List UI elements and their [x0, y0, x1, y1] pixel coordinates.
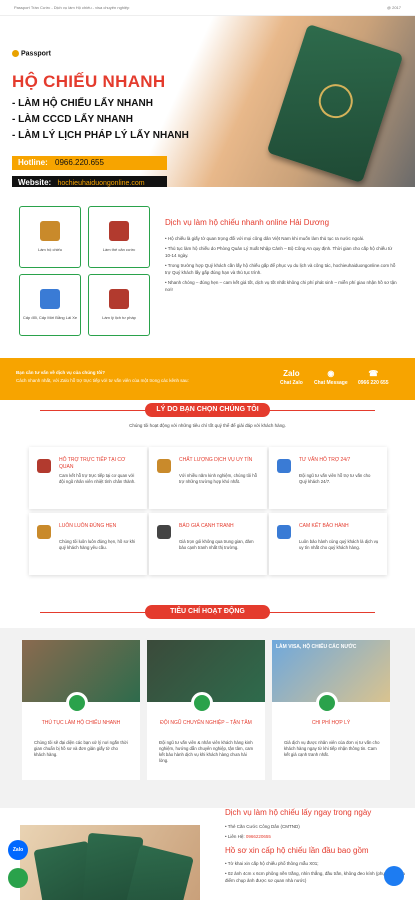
reason-title: CHẤT LƯỢNG DỊCH VỤ UY TÍN — [179, 457, 253, 463]
ops-card-title: ĐỘI NGŨ CHUYÊN NGHIỆP – TẬN TÂM — [160, 720, 252, 726]
ops-card: LÀM VISA, HỘ CHIẾU CÁC NƯỚC CHI PHÍ HỢP … — [272, 640, 390, 780]
visa-banner-text: LÀM VISA, HỘ CHIẾU CÁC NƯỚC — [276, 644, 357, 650]
bottom-item: • Thẻ Căn Cước Công Dân (CMTND) — [225, 824, 300, 829]
floating-messenger-button[interactable] — [384, 866, 404, 886]
intro-bullet: • Hộ chiếu là giấy tờ quan trọng đối với… — [165, 236, 365, 241]
contact-phone[interactable]: 0966220655 — [246, 834, 271, 839]
phone-icon: ☎ — [368, 369, 379, 378]
service-label: Làm thẻ căn cước — [102, 247, 136, 252]
bottom-heading: Dịch vụ làm hộ chiếu lấy ngay trong ngày — [225, 808, 372, 817]
reason-title: TƯ VẤN HỖ TRỢ 24/7 — [299, 457, 351, 463]
reason-card: LUÔN LUÔN ĐÚNG HẸN Chúng tôi luôn luôn đ… — [29, 513, 147, 575]
bottom-subheading: Hồ sơ xin cấp hộ chiếu lần đầu bao gồm — [225, 846, 369, 855]
chat-message-button[interactable]: ◉ Chat Message — [314, 369, 348, 386]
ops-card-text: Giá dịch vụ được nhân viên của đơn vị tư… — [284, 740, 380, 757]
reason-text: Đội ngũ tư vấn viên hỗ trợ tư vấn cho Qu… — [299, 473, 371, 484]
hotline-label: Hotline: — [18, 158, 48, 167]
service-driving-license[interactable]: Cấp đổi, Cấp Mới Bằng Lái Xe — [19, 274, 81, 336]
website-label: Website: — [18, 178, 52, 187]
service-label: Làm hộ chiếu — [37, 247, 62, 252]
reason-text: Giá trọn gói không qua trung gian, đảm b… — [179, 539, 254, 550]
reason-title: CAM KẾT BẢO HÀNH — [299, 523, 349, 529]
hotline-number[interactable]: 0966.220.655 — [55, 158, 104, 167]
service-label: Cấp đổi, Cấp Mới Bằng Lái Xe — [22, 315, 78, 320]
website-url[interactable]: hochieuhaiduongonline.com — [57, 180, 144, 187]
reason-text: Chúng tôi luôn luôn đúng hẹn, hồ sơ khi … — [59, 539, 136, 550]
ops-icon — [66, 692, 88, 714]
why-subtitle: Chúng tôi hoạt động với những tiêu chí t… — [129, 423, 286, 428]
intro-bullet: • Trong trường hợp Quý khách cần lấy hộ … — [165, 263, 396, 275]
cta-line-1: Bạn cần tư vấn về dịch vụ của chúng tôi? — [16, 370, 106, 375]
call-button[interactable]: ☎ 0966 220 655 — [358, 369, 389, 386]
service-passport[interactable]: Làm hộ chiếu — [19, 206, 81, 268]
zalo-icon: Zalo — [283, 369, 300, 378]
reason-title: HỖ TRỢ TRỰC TIẾP TẠI CƠ QUAN — [59, 457, 126, 470]
logo-icon — [12, 50, 19, 57]
ops-card-text: Chúng tôi sẽ đại diện các bạn xử lý nơi … — [34, 740, 128, 757]
bottom-subitem: • Tờ khai xin cấp hộ chiếu phổ thông mẫu… — [225, 861, 319, 866]
intro-bullet: • Thủ tục làm hộ chiếu do Phòng Quản Lý … — [165, 246, 393, 258]
reason-card: TƯ VẤN HỖ TRỢ 24/7 Đội ngũ tư vấn viên h… — [269, 447, 387, 509]
license-icon — [40, 289, 60, 309]
reason-card: HỖ TRỢ TRỰC TIẾP TẠI CƠ QUAN Cam kết hỗ … — [29, 447, 147, 509]
hero-line-1: - LÀM HỘ CHIẾU LẤY NHANH — [12, 98, 153, 109]
emblem-icon — [314, 79, 358, 123]
intro-heading: Dịch vụ làm hộ chiếu nhanh online Hải Dư… — [165, 218, 330, 227]
reason-card: CAM KẾT BẢO HÀNH Luôn bảo hành cùng quý … — [269, 513, 387, 575]
warranty-icon — [277, 525, 291, 539]
floating-zalo-button[interactable]: Zalo — [8, 840, 28, 860]
id-card-icon — [109, 221, 129, 241]
passport-image — [266, 23, 404, 184]
passports-photo — [20, 825, 200, 900]
reason-title: LUÔN LUÔN ĐÚNG HẸN — [59, 523, 117, 529]
reason-title: BÁO GIÁ CẠNH TRANH — [179, 523, 234, 529]
top-bar-right: @ 2017 — [386, 5, 401, 10]
hero-banner: Passport HỘ CHIẾU NHANH - LÀM HỘ CHIẾU L… — [0, 16, 415, 187]
hero-title: HỘ CHIẾU NHANH — [12, 72, 166, 91]
top-bar-text: Passport Trần Cước - Dịch vụ làm Hộ chiế… — [14, 5, 130, 10]
price-icon — [157, 525, 171, 539]
bottom-item: • Liên Hệ: 0966220655 — [225, 834, 271, 839]
on-time-icon — [37, 525, 51, 539]
hotline-bar[interactable]: Hotline: 0966.220.655 — [12, 156, 167, 170]
reason-card: BÁO GIÁ CẠNH TRANH Giá trọn gói không qu… — [149, 513, 267, 575]
messenger-icon: ◉ — [327, 369, 335, 378]
reason-text: Cam kết hỗ trợ trực tiếp tại cơ quan với… — [59, 473, 136, 484]
brand-logo[interactable]: Passport — [12, 50, 51, 57]
bottom-subitem: • 02 ảnh 4cm x 6cm phông nền trắng, nhìn… — [225, 871, 405, 883]
reason-text: Luôn bảo hành cùng quý khách là dịch vụ … — [299, 539, 379, 550]
top-bar: Passport Trần Cước - Dịch vụ làm Hộ chiế… — [0, 0, 415, 16]
intro-section: Dịch vụ làm hộ chiếu nhanh online Hải Dư… — [165, 218, 400, 296]
support-icon — [37, 459, 51, 473]
passport-icon — [40, 221, 60, 241]
quality-icon — [157, 459, 171, 473]
floating-phone-button[interactable] — [8, 868, 28, 888]
why-title: LÝ DO BẠN CHỌN CHÚNG TÔI — [145, 403, 270, 417]
service-label: Làm lý lịch tư pháp — [102, 315, 136, 320]
chat-zalo-button[interactable]: Zalo Chat Zalo — [280, 369, 303, 386]
website-bar[interactable]: Website: hochieuhaiduongonline.com — [12, 176, 167, 187]
ops-icon — [316, 692, 338, 714]
service-id-card[interactable]: Làm thẻ căn cước — [88, 206, 150, 268]
hero-line-3: - LÀM LÝ LỊCH PHÁP LÝ LẤY NHANH — [12, 130, 189, 141]
ops-card-title: CHI PHÍ HỢP LÝ — [311, 720, 351, 726]
record-icon — [109, 289, 129, 309]
ops-card-text: Đội ngũ tư vấn viên & nhân viên khách hà… — [159, 740, 254, 763]
ops-title: TIÊU CHÍ HOẠT ĐỘNG — [145, 605, 270, 619]
cta-line-2: Cách nhanh nhất, với Zalo hỗ trợ trực ti… — [16, 378, 189, 383]
service-criminal-record[interactable]: Làm lý lịch tư pháp — [88, 274, 150, 336]
reason-card: CHẤT LƯỢNG DỊCH VỤ UY TÍN Với nhiều năm … — [149, 447, 267, 509]
bottom-info: Dịch vụ làm hộ chiếu lấy ngay trong ngày… — [225, 808, 405, 887]
ops-card-title: THỦ TỤC LÀM HỘ CHIẾU NHANH — [41, 720, 121, 726]
contact-cta-bar: Bạn cần tư vấn về dịch vụ của chúng tôi?… — [0, 358, 415, 400]
ops-icon — [191, 692, 213, 714]
intro-bullet: • Nhanh chóng – đúng hẹn – cam kết giá t… — [165, 280, 397, 292]
ops-card: THỦ TỤC LÀM HỘ CHIẾU NHANH Chúng tôi sẽ … — [22, 640, 140, 780]
ops-card: ĐỘI NGŨ CHUYÊN NGHIỆP – TẬN TÂM Đội ngũ … — [147, 640, 265, 780]
hero-line-2: - LÀM CCCD LẤY NHANH — [12, 114, 133, 125]
consult-icon — [277, 459, 291, 473]
reason-text: Với nhiều năm kinh nghiệm, chúng tôi hỗ … — [179, 473, 258, 484]
